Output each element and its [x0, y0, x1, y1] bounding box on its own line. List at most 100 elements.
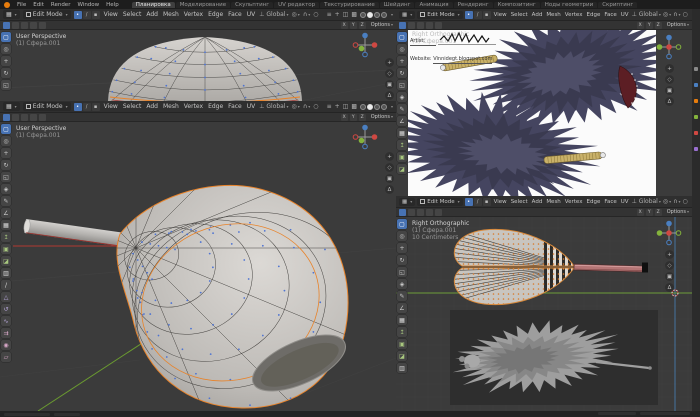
- perspective-toggle-icon[interactable]: ∆: [665, 97, 674, 106]
- editor-type-icon[interactable]: ▦▾: [3, 10, 20, 19]
- edge-select-icon[interactable]: /: [474, 198, 482, 206]
- orientation-dropdown[interactable]: ⊥ Global▾: [632, 198, 661, 205]
- orientation-dropdown[interactable]: ⊥ Global▾: [259, 103, 288, 110]
- mode-dropdown[interactable]: Edit Mode▾: [417, 11, 462, 19]
- menu-view[interactable]: View: [493, 199, 508, 205]
- tab-animation[interactable]: Анимация: [415, 2, 452, 8]
- tab-shading[interactable]: Шейдинг: [380, 2, 415, 8]
- tool-scale-icon[interactable]: ◱: [1, 80, 11, 90]
- tool-loop-cut-icon[interactable]: ▥: [397, 363, 407, 373]
- material-shading-icon[interactable]: [374, 104, 380, 110]
- menu-face[interactable]: Face: [603, 199, 617, 205]
- pan-icon[interactable]: ◇: [385, 69, 394, 78]
- website-url[interactable]: Vinnidegt.blogspot.com: [433, 56, 492, 64]
- face-select-icon[interactable]: ▪: [483, 198, 491, 206]
- menu-add[interactable]: Add: [145, 103, 159, 110]
- camera-view-icon[interactable]: ▣: [385, 80, 394, 89]
- zoom-icon[interactable]: +: [665, 250, 674, 259]
- edge-select-icon[interactable]: /: [83, 103, 91, 111]
- mode-dropdown[interactable]: Edit Mode▾: [417, 198, 462, 206]
- navigation-gizmo[interactable]: [656, 220, 682, 246]
- tool-rotate-icon[interactable]: ↻: [1, 68, 11, 78]
- menu-vertex[interactable]: Vertex: [564, 12, 584, 18]
- tab-rendering[interactable]: Рендеринг: [454, 2, 493, 8]
- tab-layout[interactable]: Планировка: [132, 2, 175, 8]
- tool-move-icon[interactable]: +: [397, 56, 407, 66]
- pan-icon[interactable]: ◇: [665, 75, 674, 84]
- perspective-toggle-icon[interactable]: ∆: [665, 283, 674, 292]
- overlays-icon[interactable]: ◫: [343, 11, 349, 18]
- properties-tab-tool-icon[interactable]: [694, 67, 698, 71]
- menu-mesh[interactable]: Mesh: [162, 103, 180, 110]
- menu-vertex[interactable]: Vertex: [564, 199, 584, 205]
- tab-compositing[interactable]: Композитинг: [494, 2, 540, 8]
- tool-cursor-icon[interactable]: ◎: [1, 44, 11, 54]
- menu-edit[interactable]: Edit: [33, 2, 44, 8]
- active-tool-icon[interactable]: [399, 22, 406, 29]
- tool-measure-icon[interactable]: ∠: [397, 303, 407, 313]
- menu-edge[interactable]: Edge: [585, 199, 601, 205]
- tool-bevel-icon[interactable]: ◪: [1, 256, 11, 266]
- editor-type-icon[interactable]: ▦▾: [3, 102, 20, 111]
- menu-view[interactable]: View: [493, 12, 508, 18]
- vertex-select-icon[interactable]: •: [465, 198, 473, 206]
- visibility-icon[interactable]: ≡: [327, 11, 332, 18]
- active-tool-icon[interactable]: [3, 114, 10, 121]
- tool-cursor-icon[interactable]: ◎: [397, 231, 407, 241]
- snap-magnet-icon[interactable]: ∩▾: [673, 11, 680, 18]
- tool-shrink-fatten-icon[interactable]: ◉: [1, 340, 11, 350]
- tab-modeling[interactable]: Моделирование: [176, 2, 230, 8]
- overlays-icon[interactable]: ◫: [343, 103, 349, 110]
- tab-sculpting[interactable]: Скульптинг: [231, 2, 273, 8]
- camera-view-icon[interactable]: ▣: [385, 174, 394, 183]
- snap-magnet-icon[interactable]: ∩▾: [303, 11, 310, 18]
- edge-select-icon[interactable]: /: [474, 11, 482, 19]
- menu-select[interactable]: Select: [122, 103, 143, 110]
- menu-add[interactable]: Add: [531, 12, 544, 18]
- options-dropdown[interactable]: Options▾: [371, 22, 393, 28]
- select-intersect-icon[interactable]: [435, 22, 442, 29]
- pivot-point-icon[interactable]: ◎▾: [663, 11, 671, 18]
- material-shading-icon[interactable]: [374, 12, 380, 18]
- tool-scale-icon[interactable]: ◱: [397, 80, 407, 90]
- tool-knife-icon[interactable]: /: [1, 280, 11, 290]
- tool-bevel-icon[interactable]: ◪: [397, 351, 407, 361]
- tool-extrude-region-icon[interactable]: ↥: [397, 327, 407, 337]
- menu-face[interactable]: Face: [227, 11, 243, 18]
- menu-uv[interactable]: UV: [620, 199, 630, 205]
- zoom-icon[interactable]: +: [385, 58, 394, 67]
- properties-tab-object-icon[interactable]: [694, 99, 698, 103]
- pivot-point-icon[interactable]: ◎▾: [663, 198, 671, 205]
- tab-texture-paint[interactable]: Текстурирование: [320, 2, 379, 8]
- editor-type-icon[interactable]: ▦▾: [399, 198, 415, 206]
- tool-transform-icon[interactable]: ◈: [397, 279, 407, 289]
- zoom-icon[interactable]: +: [385, 152, 394, 161]
- menu-help[interactable]: Help: [106, 2, 119, 8]
- rendered-shading-icon[interactable]: [381, 104, 387, 110]
- tool-annotate-icon[interactable]: ✎: [397, 104, 407, 114]
- vertex-select-icon[interactable]: •: [74, 11, 82, 19]
- tool-annotate-icon[interactable]: ✎: [1, 196, 11, 206]
- wireframe-shading-icon[interactable]: [360, 104, 366, 110]
- tool-move-icon[interactable]: +: [1, 148, 11, 158]
- menu-select[interactable]: Select: [510, 199, 529, 205]
- navigation-gizmo[interactable]: [352, 32, 378, 58]
- select-subtract-icon[interactable]: [426, 209, 433, 216]
- select-intersect-icon[interactable]: [435, 209, 442, 216]
- tool-measure-icon[interactable]: ∠: [1, 208, 11, 218]
- tool-select-box-icon[interactable]: ▢: [397, 32, 407, 42]
- pivot-point-icon[interactable]: ◎▾: [292, 11, 300, 18]
- rendered-shading-icon[interactable]: [381, 12, 387, 18]
- gizmos-icon[interactable]: +: [335, 11, 340, 18]
- pivot-point-icon[interactable]: ◎▾: [292, 103, 300, 110]
- menu-mesh[interactable]: Mesh: [162, 11, 180, 18]
- active-tool-icon[interactable]: [3, 22, 10, 29]
- menu-select[interactable]: Select: [122, 11, 143, 18]
- orientation-dropdown[interactable]: ⊥ Global▾: [632, 11, 661, 18]
- vertex-select-icon[interactable]: •: [465, 11, 473, 19]
- tool-add-cube-icon[interactable]: ▦: [1, 220, 11, 230]
- proportional-edit-icon[interactable]: ○: [683, 198, 688, 205]
- gizmos-icon[interactable]: +: [335, 103, 340, 110]
- select-extend-icon[interactable]: [21, 22, 28, 29]
- mirror-z-toggle[interactable]: Z: [359, 114, 366, 121]
